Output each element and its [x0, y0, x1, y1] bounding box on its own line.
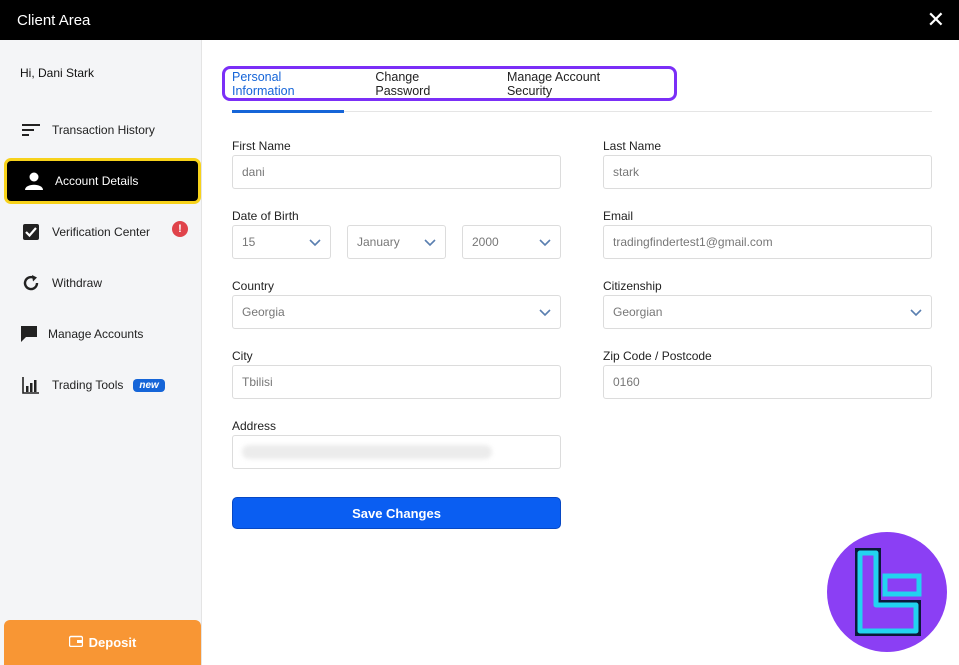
active-tab-indicator	[232, 110, 344, 113]
chevron-down-icon	[539, 309, 551, 317]
sidebar-item-withdraw[interactable]: Withdraw	[4, 260, 201, 306]
chevron-down-icon	[539, 239, 551, 247]
dob-year-select[interactable]: 2000	[462, 225, 561, 259]
chevron-down-icon	[910, 309, 922, 317]
deposit-label: Deposit	[88, 635, 137, 650]
last-name-field[interactable]: stark	[603, 155, 932, 189]
wallet-icon	[68, 635, 83, 650]
address-label: Address	[232, 419, 277, 433]
zip-label: Zip Code / Postcode	[603, 349, 712, 363]
dob-day-select[interactable]: 15	[232, 225, 331, 259]
city-field[interactable]: Tbilisi	[232, 365, 561, 399]
brand-mark-icon	[855, 548, 922, 636]
sidebar-item-label: Verification Center	[52, 225, 151, 239]
chevron-down-icon	[309, 239, 321, 247]
save-changes-button[interactable]: Save Changes	[232, 497, 561, 529]
window-title: Client Area	[17, 11, 91, 29]
country-value: Georgia	[242, 305, 285, 319]
tab-manage-account-security[interactable]: Manage Account Security	[507, 70, 634, 98]
sidebar-item-label: Manage Accounts	[48, 327, 144, 341]
city-value: Tbilisi	[242, 375, 273, 389]
tab-change-password[interactable]: Change Password	[375, 70, 467, 98]
redacted-address	[242, 445, 492, 459]
sidebar-item-manage-accounts[interactable]: Manage Accounts	[4, 311, 201, 357]
dob-label: Date of Birth	[232, 209, 299, 223]
email-field[interactable]: tradingfindertest1@gmail.com	[603, 225, 932, 259]
close-icon[interactable]: ✕	[927, 9, 945, 31]
sidebar-item-label: Trading Tools	[52, 378, 124, 392]
city-label: City	[232, 349, 253, 363]
sort-lines-icon	[20, 119, 42, 141]
tab-bar: Personal Information Change Password Man…	[222, 66, 677, 101]
user-greeting: Hi, Dani Stark	[20, 66, 95, 80]
sidebar-item-trading-tools[interactable]: Trading Tools new	[4, 362, 201, 408]
dob-month-value: January	[357, 235, 400, 249]
first-name-field[interactable]: dani	[232, 155, 561, 189]
title-bar: Client Area ✕	[0, 0, 959, 40]
brand-logo	[827, 532, 947, 652]
sidebar-item-label: Account Details	[55, 174, 139, 188]
sidebar-item-label: Withdraw	[52, 276, 103, 290]
user-icon	[23, 170, 45, 192]
checkbox-icon	[20, 221, 42, 243]
address-field[interactable]	[232, 435, 561, 469]
sidebar-item-transaction-history[interactable]: Transaction History	[4, 107, 201, 153]
chat-icon	[18, 323, 40, 345]
last-name-value: stark	[613, 165, 640, 179]
citizenship-select[interactable]: Georgian	[603, 295, 932, 329]
citizenship-label: Citizenship	[603, 279, 662, 293]
sidebar-item-account-details[interactable]: Account Details	[4, 158, 201, 204]
sidebar: Hi, Dani Stark Transaction History Accou…	[0, 40, 202, 665]
zip-field[interactable]: 0160	[603, 365, 932, 399]
tab-personal-information[interactable]: Personal Information	[232, 70, 335, 98]
email-label: Email	[603, 209, 634, 223]
first-name-value: dani	[242, 165, 265, 179]
first-name-label: First Name	[232, 139, 291, 153]
citizenship-value: Georgian	[613, 305, 663, 319]
sidebar-item-label: Transaction History	[52, 123, 155, 137]
alert-badge: !	[172, 221, 188, 237]
dob-month-select[interactable]: January	[347, 225, 446, 259]
refresh-icon	[20, 272, 42, 294]
dob-year-value: 2000	[472, 235, 499, 249]
chevron-down-icon	[424, 239, 436, 247]
zip-value: 0160	[613, 375, 640, 389]
country-label: Country	[232, 279, 275, 293]
new-badge: new	[133, 378, 165, 392]
deposit-button[interactable]: Deposit	[4, 620, 201, 665]
country-select[interactable]: Georgia	[232, 295, 561, 329]
bar-chart-icon	[20, 374, 42, 396]
dob-day-value: 15	[242, 235, 256, 249]
sidebar-item-verification-center[interactable]: Verification Center !	[4, 209, 201, 255]
email-value: tradingfindertest1@gmail.com	[613, 235, 773, 249]
last-name-label: Last Name	[603, 139, 662, 153]
